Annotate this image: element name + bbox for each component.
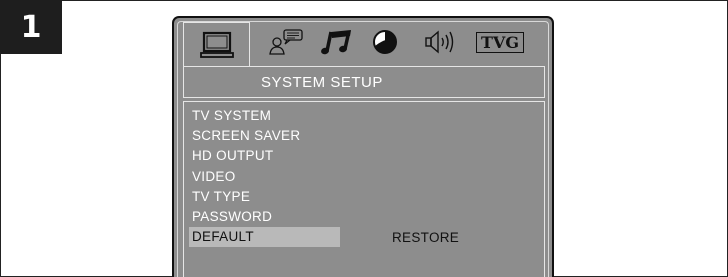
menu-item-password[interactable]: PASSWORD (192, 207, 340, 227)
menu-panel: TV SYSTEM SCREEN SAVER HD OUTPUT VIDEO T… (183, 101, 545, 277)
menu-item-hd-output[interactable]: HD OUTPUT (192, 146, 340, 166)
video-contrast-icon (371, 28, 399, 56)
title-bar: SYSTEM SETUP (183, 66, 545, 98)
step-number: 1 (20, 9, 42, 45)
menu-item-screen-saver[interactable]: SCREEN SAVER (192, 126, 340, 146)
tab-strip: TVG (178, 22, 548, 67)
tab-audio[interactable] (312, 22, 362, 62)
step-badge: 1 (0, 0, 62, 54)
setup-menu-inner: TVG SYSTEM SETUP TV SYSTEM SCREEN SAVER … (177, 21, 549, 277)
tab-video[interactable] (365, 22, 405, 62)
monitor-icon (199, 31, 235, 59)
setup-menu-screen: TVG SYSTEM SETUP TV SYSTEM SCREEN SAVER … (172, 16, 554, 277)
music-note-icon (320, 27, 354, 57)
menu-item-default[interactable]: DEFAULT (189, 227, 340, 248)
menu-list: TV SYSTEM SCREEN SAVER HD OUTPUT VIDEO T… (189, 106, 340, 248)
menu-item-tv-type[interactable]: TV TYPE (192, 187, 340, 207)
page-title: SYSTEM SETUP (261, 73, 383, 91)
language-speech-icon (268, 27, 304, 57)
tab-language[interactable] (264, 22, 308, 62)
tvg-label: TVG (476, 31, 524, 53)
menu-item-tv-system[interactable]: TV SYSTEM (192, 106, 340, 126)
tab-tvg[interactable]: TVG (472, 22, 528, 62)
option-restore[interactable]: RESTORE (392, 228, 459, 248)
speaker-icon (422, 28, 458, 56)
tab-system[interactable] (183, 22, 250, 67)
menu-item-video[interactable]: VIDEO (192, 167, 340, 187)
tab-speaker[interactable] (416, 22, 464, 62)
